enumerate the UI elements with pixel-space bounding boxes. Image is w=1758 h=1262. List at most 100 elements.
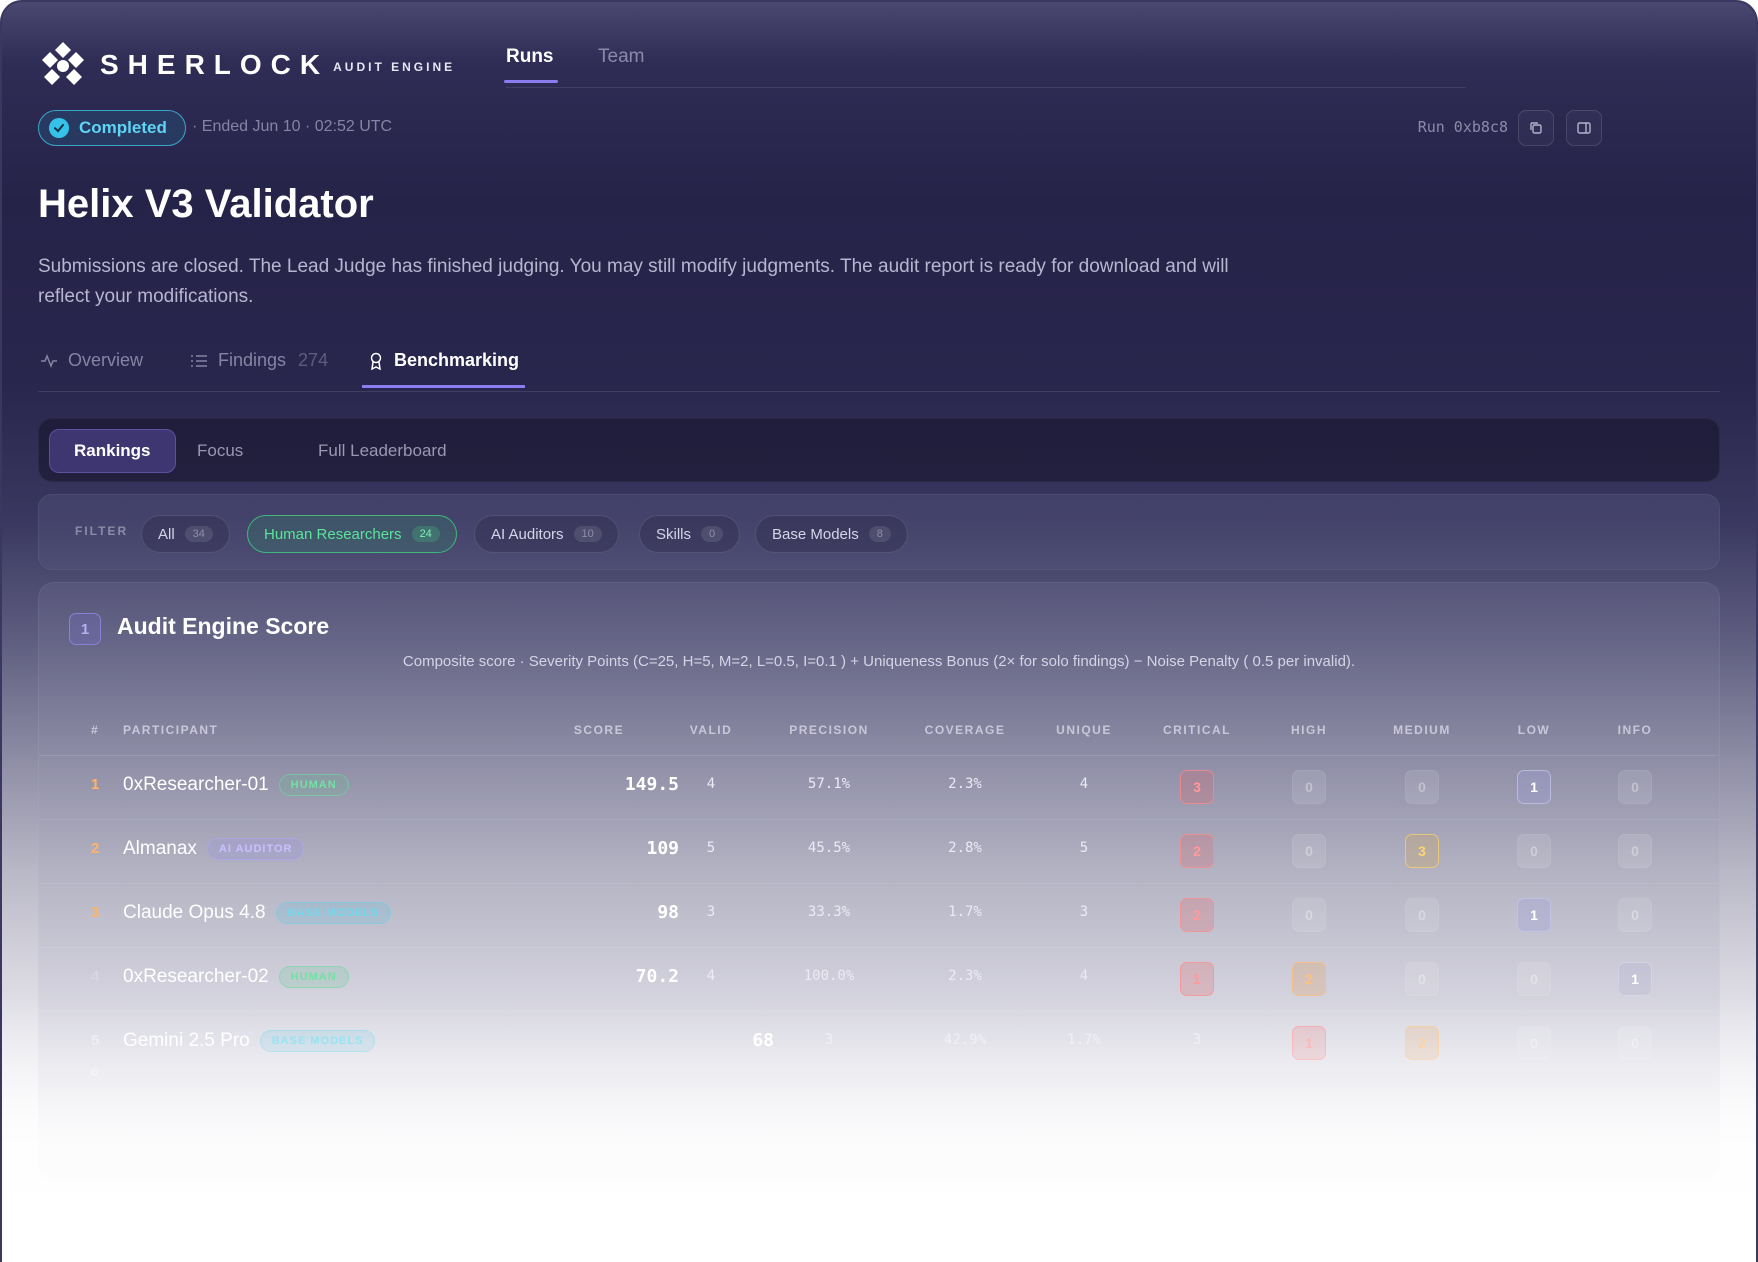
filter-all[interactable]: All 34 [141,515,230,553]
participant-name[interactable]: Almanax AI AUDITOR [123,838,305,860]
run-id: Run 0xb8c8 [1417,118,1508,136]
score-formula: Composite score · Severity Points (C=25,… [402,653,1356,670]
filter-chip-label: Human Researchers [264,525,402,543]
table-row[interactable]: 5 6 Gemini 2.5 Pro BASE MODELS 68 3 42.9%… [39,1011,1719,1091]
high-count-badge: 0 [1292,898,1326,932]
row-rank: 4 [91,968,100,985]
col-participant[interactable]: PARTICIPANT [123,723,218,737]
participant-type-tag: BASE MODELS [259,1030,376,1052]
tab-findings[interactable]: Findings 274 [190,350,328,387]
participant-name[interactable]: Claude Opus 4.8 BASE MODELS [123,902,392,924]
row-valid: 4 [706,776,716,792]
tab-team[interactable]: Team [598,46,644,82]
filter-chip-label: Base Models [772,525,859,543]
participant-name[interactable]: 0xResearcher-01 HUMAN [123,774,349,796]
row-precision: 45.5% [807,840,851,856]
info-count-badge: 1 [1618,962,1652,996]
sherlock-logo-icon [42,42,84,85]
col-info[interactable]: INFO [1618,723,1653,737]
participant-label: Claude Opus 4.8 [123,902,266,923]
low-count-badge: 0 [1618,1026,1652,1060]
page-description: Submissions are closed. The Lead Judge h… [38,256,1229,307]
col-low[interactable]: LOW [1518,723,1551,737]
row-precision: 100.0% [803,968,855,984]
view-rankings[interactable]: Rankings [49,429,176,473]
top-nav: Runs Team [504,32,1466,88]
critical-count-badge: 2 [1180,898,1214,932]
row-score: 149.5 [624,774,679,795]
medium-count-badge: 3 [1405,834,1439,868]
tab-benchmarking[interactable]: Benchmarking [361,350,526,388]
medium-count-badge: 0 [1405,770,1439,804]
next-row-rank: 6 [91,1064,99,1079]
row-unique: 4 [1079,968,1089,984]
row-rank: 2 [91,840,100,857]
row-precision: 42.9% [943,1032,987,1048]
tab-findings-label: Findings [218,350,287,370]
page-title: Helix V3 Validator [38,182,374,226]
critical-count-badge: 1 [1180,962,1214,996]
row-unique: 3 [1192,1032,1202,1048]
score-card-title: Audit Engine Score [117,613,330,639]
view-focus[interactable]: Focus [173,429,267,473]
row-unique: 3 [1079,904,1089,920]
high-count-badge: 0 [1292,770,1326,804]
row-score: 98 [657,902,679,923]
row-score: 70.2 [635,966,679,987]
activity-icon [41,353,57,368]
table-row[interactable]: 2 Almanax AI AUDITOR 109 5 45.5% 2.8% 5 2… [39,819,1719,883]
medium-count-badge: 0 [1517,1026,1551,1060]
filter-chip-count: 8 [868,526,891,542]
filter-human-researchers[interactable]: Human Researchers 24 [247,515,457,553]
col-score[interactable]: SCORE [574,723,624,737]
low-count-badge: 1 [1517,770,1551,804]
row-valid: 4 [706,968,716,984]
col-coverage[interactable]: COVERAGE [925,723,1006,737]
copy-button[interactable] [1518,110,1554,146]
filter-ai-auditors[interactable]: AI Auditors 10 [474,515,619,553]
tab-overview-label: Overview [68,350,144,370]
table-row[interactable]: 3 Claude Opus 4.8 BASE MODELS 98 3 33.3% … [39,883,1719,947]
table-row[interactable]: 1 0xResearcher-01 HUMAN 149.5 4 57.1% 2.3… [39,755,1719,819]
participant-name[interactable]: Gemini 2.5 Pro BASE MODELS [123,1030,376,1052]
low-count-badge: 0 [1517,834,1551,868]
brand-logo[interactable]: SHERLOCK AUDIT ENGINE [38,40,455,90]
filter-base-models[interactable]: Base Models 8 [755,515,908,553]
col-valid[interactable]: VALID [690,723,733,737]
low-count-badge: 0 [1517,962,1551,996]
row-coverage: 2.3% [948,968,982,984]
col-unique[interactable]: UNIQUE [1056,723,1112,737]
tab-runs[interactable]: Runs [504,46,557,83]
participant-name[interactable]: 0xResearcher-02 HUMAN [123,966,349,988]
row-valid: 3 [824,1032,834,1048]
row-score: 68 [752,1030,774,1051]
toggle-panel-button[interactable] [1566,110,1602,146]
col-critical[interactable]: CRITICAL [1163,723,1231,737]
critical-count-badge: 2 [1180,834,1214,868]
filter-chip-label: All [158,525,175,543]
tab-benchmarking-label: Benchmarking [394,350,520,370]
row-coverage: 2.8% [948,840,982,856]
col-medium[interactable]: MEDIUM [1393,723,1451,737]
filter-chip-count: 0 [701,526,724,542]
row-unique: 4 [1079,776,1089,792]
filter-skills[interactable]: Skills 0 [639,515,741,553]
tab-overview[interactable]: Overview [40,350,143,387]
row-valid: 5 [706,840,716,856]
filter-label: FILTER [75,524,129,538]
sidebar-panel-icon [1577,122,1591,134]
score-card: 1 Audit Engine Score Composite score · S… [38,582,1720,1182]
row-unique: 5 [1079,840,1089,856]
status-label: Completed [79,118,167,137]
brand-subtitle: AUDIT ENGINE [333,60,456,74]
view-full-leaderboard[interactable]: Full Leaderboard [294,429,471,473]
copy-icon [1530,122,1542,134]
col-precision[interactable]: PRECISION [789,723,869,737]
findings-count: 274 [298,350,329,370]
col-high[interactable]: HIGH [1291,723,1327,737]
participant-type-tag: HUMAN [278,774,349,796]
table-row[interactable]: 4 0xResearcher-02 HUMAN 70.2 4 100.0% 2.3… [39,947,1719,1011]
participant-type-tag: HUMAN [278,966,349,988]
row-rank: 3 [91,904,100,921]
row-coverage: 2.3% [948,776,982,792]
